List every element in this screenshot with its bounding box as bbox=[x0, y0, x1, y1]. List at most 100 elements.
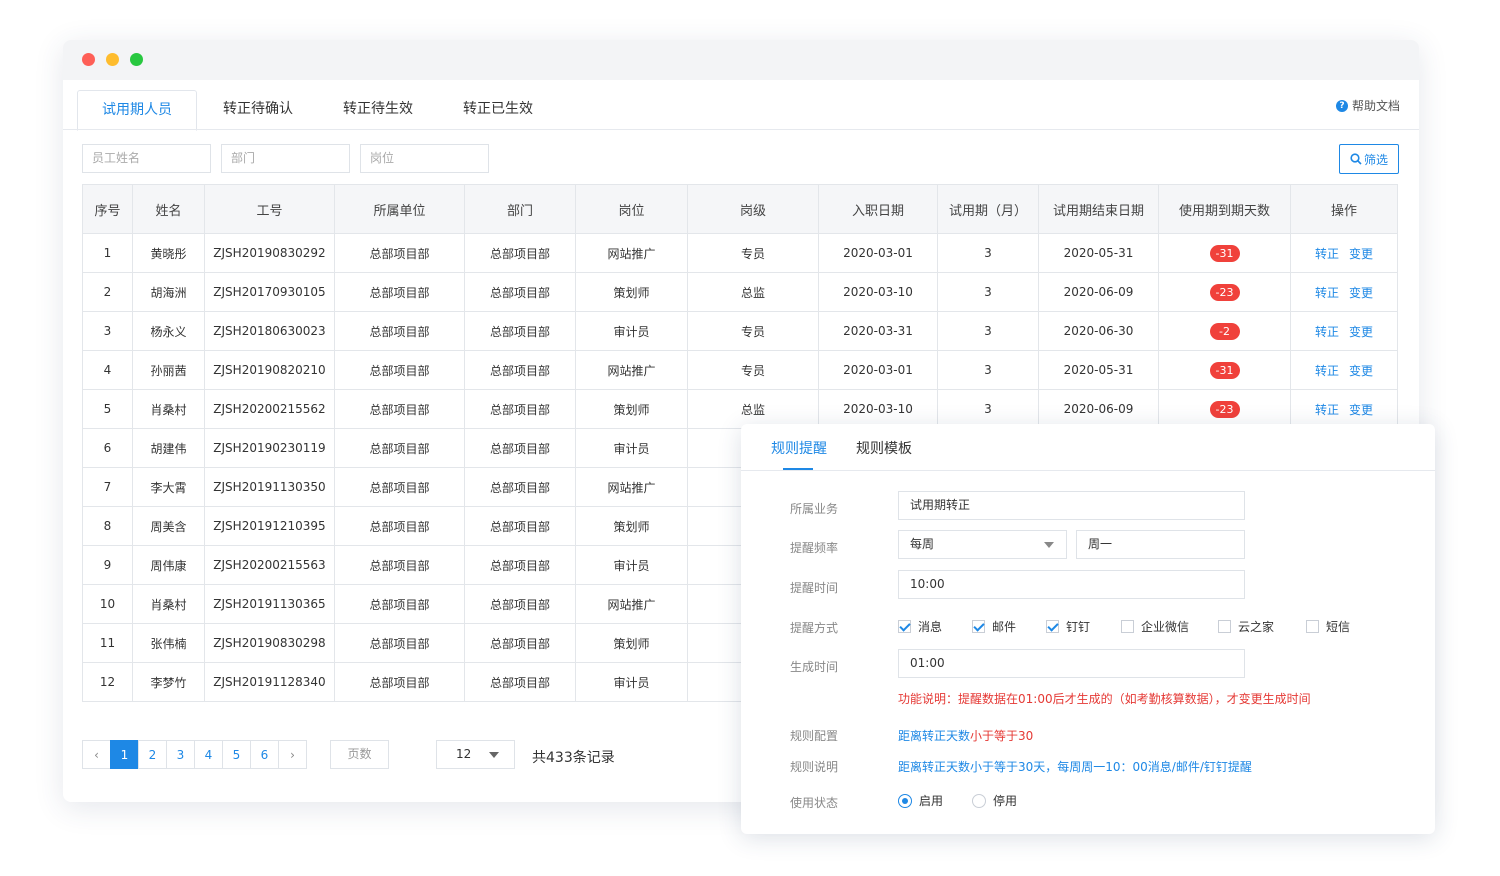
cell-dept: 总部项目部 bbox=[464, 389, 576, 429]
cell-join: 2020-03-01 bbox=[818, 233, 938, 273]
confirm-button[interactable]: 转正 bbox=[1315, 403, 1339, 417]
confirm-button[interactable]: 转正 bbox=[1315, 325, 1339, 339]
cell-dept: 总部项目部 bbox=[464, 272, 576, 312]
radio-checked-icon bbox=[898, 793, 912, 808]
page-button[interactable]: 2 bbox=[138, 740, 167, 769]
page-button[interactable]: 4 bbox=[194, 740, 223, 769]
days-badge: -31 bbox=[1209, 361, 1240, 379]
cell-post: 审计员 bbox=[575, 545, 688, 585]
cell-name[interactable]: 杨永义 bbox=[132, 311, 205, 351]
department-input[interactable]: 部门 bbox=[221, 144, 350, 173]
cell-months: 3 bbox=[937, 311, 1039, 351]
cell-unit: 总部项目部 bbox=[334, 428, 465, 468]
cell-name[interactable]: 胡海洲 bbox=[132, 272, 205, 312]
tab-rule-template[interactable]: 规则模板 bbox=[856, 438, 912, 458]
help-docs-link[interactable]: ? 帮助文档 bbox=[1335, 97, 1400, 114]
cell-no: 11 bbox=[82, 623, 133, 663]
cell-id: ZJSH20190820210 bbox=[204, 350, 335, 390]
change-button[interactable]: 变更 bbox=[1349, 325, 1373, 339]
table-row: 2 胡海洲 ZJSH20170930105 总部项目部 总部项目部 策划师 总监 2020-0… bbox=[82, 272, 1398, 312]
cell-level: 总监 bbox=[687, 272, 819, 312]
page-button[interactable]: 1 bbox=[110, 740, 139, 769]
chevron-down-icon bbox=[489, 752, 499, 758]
rule-config-link[interactable]: 距离转正天数小于等于30 bbox=[898, 727, 1033, 744]
table-row: 1 黄晓彤 ZJSH20190830292 总部项目部 总部项目部 网站推广 专员 2020-… bbox=[82, 233, 1398, 273]
help-icon: ? bbox=[1335, 99, 1348, 112]
maximize-window-button[interactable] bbox=[130, 53, 143, 66]
cell-dept: 总部项目部 bbox=[464, 662, 576, 702]
checkbox-unchecked-icon bbox=[1306, 620, 1319, 633]
cell-name[interactable]: 周美含 bbox=[132, 506, 205, 546]
minimize-window-button[interactable] bbox=[106, 53, 119, 66]
page-button[interactable]: 6 bbox=[250, 740, 279, 769]
cell-unit: 总部项目部 bbox=[334, 389, 465, 429]
help-label: 帮助文档 bbox=[1351, 99, 1400, 113]
column-header: 所属单位 bbox=[334, 184, 465, 234]
close-window-button[interactable] bbox=[82, 53, 95, 66]
cell-id: ZJSH20191130350 bbox=[204, 467, 335, 507]
cell-post: 网站推广 bbox=[575, 584, 688, 624]
cell-no: 8 bbox=[82, 506, 133, 546]
frequency-day-field[interactable]: 周一 bbox=[1076, 530, 1245, 559]
method-checkbox[interactable]: 钉钉 bbox=[1046, 618, 1090, 635]
cell-post: 网站推广 bbox=[575, 233, 688, 273]
cell-dept: 总部项目部 bbox=[464, 545, 576, 585]
cell-dept: 总部项目部 bbox=[464, 506, 576, 546]
business-label: 所属业务 bbox=[790, 502, 839, 516]
change-button[interactable]: 变更 bbox=[1349, 286, 1373, 300]
cell-unit: 总部项目部 bbox=[334, 623, 465, 663]
page-button[interactable]: 3 bbox=[166, 740, 195, 769]
confirm-button[interactable]: 转正 bbox=[1315, 247, 1339, 261]
cell-name[interactable]: 周伟康 bbox=[132, 545, 205, 585]
employee-name-input[interactable]: 员工姓名 bbox=[82, 144, 211, 173]
method-checkbox[interactable]: 邮件 bbox=[972, 618, 1016, 635]
tab-probation-staff[interactable]: 试用期人员 bbox=[77, 90, 197, 131]
generate-time-field[interactable]: 01:00 bbox=[898, 649, 1245, 678]
cell-name[interactable]: 李梦竹 bbox=[132, 662, 205, 702]
status-enabled-radio[interactable]: 启用 bbox=[898, 792, 943, 809]
method-checkbox[interactable]: 云之家 bbox=[1218, 618, 1274, 635]
cell-unit: 总部项目部 bbox=[334, 311, 465, 351]
cell-name[interactable]: 胡建伟 bbox=[132, 428, 205, 468]
status-disabled-radio[interactable]: 停用 bbox=[972, 792, 1017, 809]
filter-button[interactable]: 筛选 bbox=[1339, 144, 1399, 174]
change-button[interactable]: 变更 bbox=[1349, 364, 1373, 378]
cell-unit: 总部项目部 bbox=[334, 272, 465, 312]
change-button[interactable]: 变更 bbox=[1349, 247, 1373, 261]
tab-pending-effective[interactable]: 转正待生效 bbox=[319, 90, 437, 129]
tab-pending-confirm[interactable]: 转正待确认 bbox=[199, 90, 317, 129]
cell-end: 2020-06-09 bbox=[1038, 389, 1159, 429]
days-badge: -31 bbox=[1209, 244, 1240, 262]
confirm-button[interactable]: 转正 bbox=[1315, 364, 1339, 378]
cell-level: 总监 bbox=[687, 389, 819, 429]
tab-effective[interactable]: 转正已生效 bbox=[439, 90, 557, 129]
confirm-button[interactable]: 转正 bbox=[1315, 286, 1339, 300]
frequency-select[interactable]: 每周 bbox=[898, 530, 1067, 559]
page-button[interactable]: 5 bbox=[222, 740, 251, 769]
business-field[interactable]: 试用期转正 bbox=[898, 491, 1245, 520]
cell-name[interactable]: 孙丽茜 bbox=[132, 350, 205, 390]
cell-unit: 总部项目部 bbox=[334, 662, 465, 702]
prev-page-button[interactable]: ‹ bbox=[82, 740, 111, 769]
cell-no: 3 bbox=[82, 311, 133, 351]
method-checkbox[interactable]: 企业微信 bbox=[1121, 618, 1189, 635]
method-checkbox[interactable]: 短信 bbox=[1306, 618, 1350, 635]
method-checkbox[interactable]: 消息 bbox=[898, 618, 942, 635]
tab-rule-reminder[interactable]: 规则提醒 bbox=[771, 438, 827, 458]
time-label: 提醒时间 bbox=[790, 581, 839, 595]
table-row: 5 肖桑村 ZJSH20200215562 总部项目部 总部项目部 策划师 总监 2020-0… bbox=[82, 389, 1398, 429]
change-button[interactable]: 变更 bbox=[1349, 403, 1373, 417]
post-input[interactable]: 岗位 bbox=[360, 144, 489, 173]
next-page-button[interactable]: › bbox=[278, 740, 307, 769]
cell-name[interactable]: 肖桑村 bbox=[132, 584, 205, 624]
cell-name[interactable]: 李大霄 bbox=[132, 467, 205, 507]
time-field[interactable]: 10:00 bbox=[898, 570, 1245, 599]
filter-button-label: 筛选 bbox=[1363, 152, 1388, 167]
cell-name[interactable]: 黄晓彤 bbox=[132, 233, 205, 273]
page-number-input[interactable]: 页数 bbox=[330, 740, 389, 769]
cell-name[interactable]: 张伟楠 bbox=[132, 623, 205, 663]
page-size-select[interactable]: 12 bbox=[436, 740, 515, 769]
method-label: 提醒方式 bbox=[790, 621, 839, 635]
cell-name[interactable]: 肖桑村 bbox=[132, 389, 205, 429]
cell-no: 6 bbox=[82, 428, 133, 468]
